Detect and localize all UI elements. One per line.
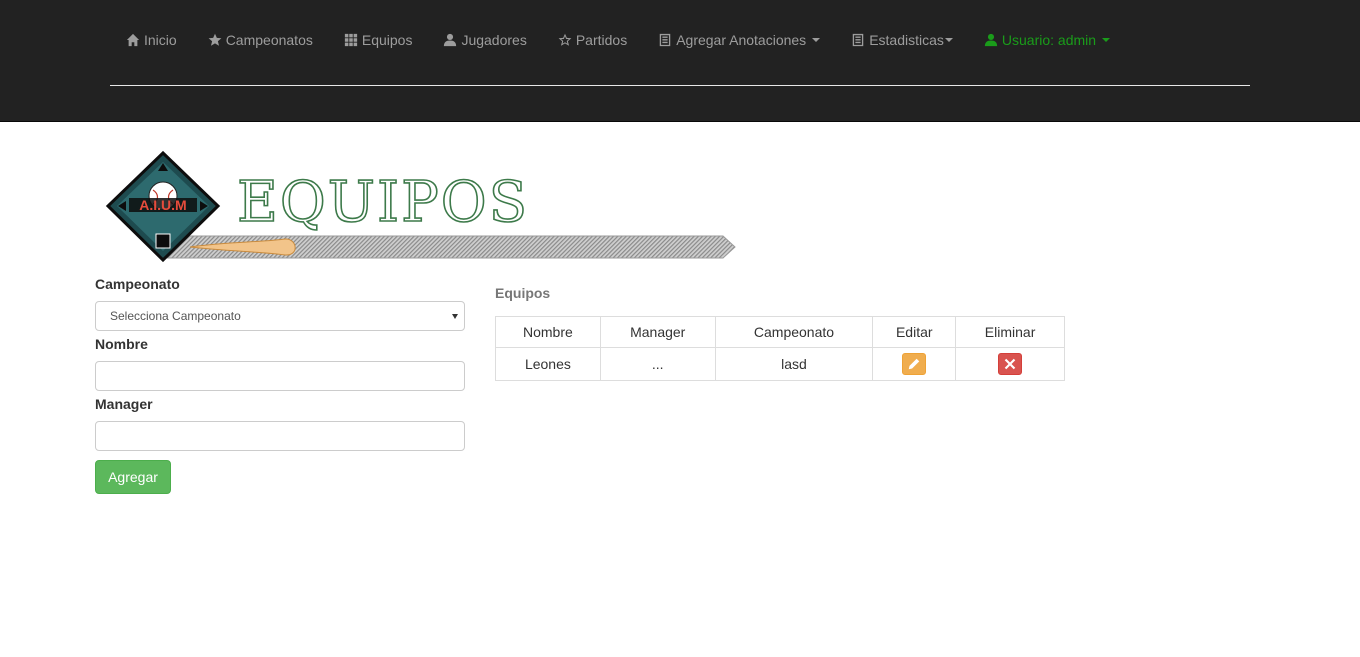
nav-item-label: Equipos [361, 32, 413, 48]
grid-icon [343, 32, 359, 48]
nav-item-label: Campeonatos [225, 32, 313, 48]
nav-list: Inicio Campeonatos Equipos Jugadores Par… [110, 0, 1125, 80]
user-icon [983, 32, 999, 48]
nav-item-jugadores[interactable]: Jugadores [427, 0, 541, 80]
chevron-down-icon [452, 313, 458, 319]
nav-item-label: Inicio [144, 32, 177, 48]
user-icon [442, 32, 458, 48]
table-row: Leones ... lasd [495, 347, 1065, 381]
close-icon [1004, 358, 1016, 370]
campeonato-select[interactable]: Selecciona Campeonato [95, 301, 465, 331]
user-label: Usuario: admin [1001, 32, 1097, 48]
page-banner: A.I.U.M EQUIPOS [105, 150, 745, 265]
star-outline-icon [557, 32, 573, 48]
cell-editar [872, 347, 957, 381]
nav-item-estadisticas[interactable]: Estadisticas [835, 0, 968, 80]
nav-item-partidos[interactable]: Partidos [542, 0, 642, 80]
nombre-label: Nombre [95, 336, 148, 352]
cell-manager: ... [599, 347, 716, 381]
column-header: Nombre [495, 316, 601, 348]
list-icon [657, 32, 673, 48]
edit-button[interactable] [902, 353, 927, 375]
nav-item-label: Estadisticas [869, 32, 944, 48]
nav-item-label: Agregar Anotaciones [676, 32, 807, 48]
home-icon [125, 32, 141, 48]
page-title: EQUIPOS [236, 169, 530, 236]
column-header: Manager [599, 316, 716, 348]
teams-table-title: Equipos [495, 285, 551, 301]
nav-item-campeonatos[interactable]: Campeonatos [192, 0, 328, 80]
nav-item-equipos[interactable]: Equipos [328, 0, 428, 80]
table-header-row: Nombre Manager Campeonato Editar Elimina… [495, 316, 1065, 348]
pencil-icon [909, 358, 920, 370]
nav-item-inicio[interactable]: Inicio [110, 0, 192, 80]
svg-text:A.I.U.M: A.I.U.M [139, 197, 186, 213]
column-header: Editar [872, 316, 957, 348]
agregar-button[interactable]: Agregar [95, 460, 171, 494]
caret-down-icon [812, 38, 821, 42]
nav-item-label: Jugadores [461, 32, 527, 48]
nombre-input[interactable] [95, 361, 465, 391]
cell-eliminar [955, 347, 1065, 381]
delete-button[interactable] [998, 353, 1023, 375]
nav-item-label: Partidos [575, 32, 628, 48]
caret-down-icon [1102, 38, 1111, 42]
manager-label: Manager [95, 396, 153, 412]
team-form: Campeonato Selecciona Campeonato Nombre … [95, 276, 465, 494]
navbar-divider [110, 85, 1250, 86]
star-icon [207, 32, 223, 48]
manager-input[interactable] [95, 421, 465, 451]
campeonato-select-value: Selecciona Campeonato [110, 309, 241, 323]
column-header: Campeonato [714, 316, 874, 348]
list-icon [850, 32, 866, 48]
cell-nombre: Leones [495, 347, 601, 381]
nav-item-user-menu[interactable]: Usuario: admin [968, 0, 1125, 80]
campeonato-label: Campeonato [95, 276, 180, 292]
teams-table: Nombre Manager Campeonato Editar Elimina… [495, 316, 1065, 381]
nav-item-agregar-anotaciones[interactable]: Agregar Anotaciones [642, 0, 835, 80]
caret-down-icon [944, 38, 953, 42]
navbar: Inicio Campeonatos Equipos Jugadores Par… [0, 0, 1360, 122]
cell-campeonato: lasd [714, 347, 874, 381]
column-header: Eliminar [955, 316, 1065, 348]
